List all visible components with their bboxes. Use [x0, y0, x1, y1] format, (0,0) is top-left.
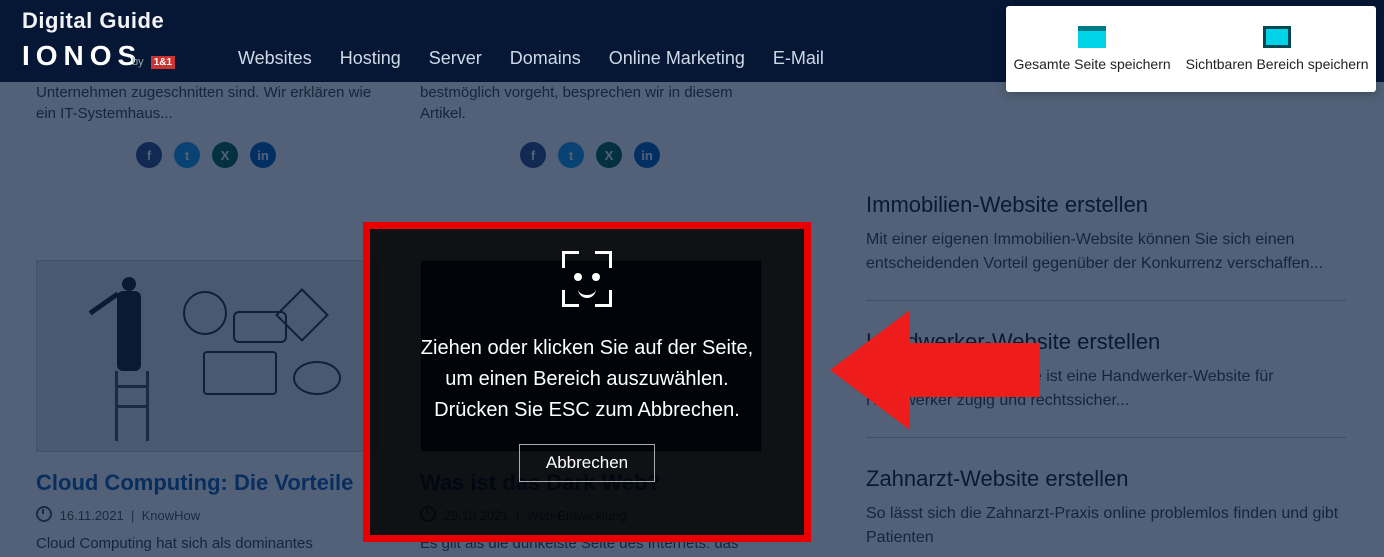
face-frame-icon: [562, 251, 612, 307]
sidebar-item-title[interactable]: Immobilien-Website erstellen: [866, 192, 1346, 218]
brand-title: Digital Guide: [22, 8, 164, 34]
byline-text: by: [132, 56, 144, 68]
article-card-cloud[interactable]: Cloud Computing: Die Vorteile 16.11.2021…: [36, 260, 376, 554]
illustration-ladder-icon: [115, 371, 149, 441]
linkedin-icon[interactable]: in: [250, 142, 276, 168]
article-meta: 16.11.2021 | KnowHow: [36, 506, 376, 523]
capture-line2: um einen Bereich auszuwählen.: [421, 364, 753, 395]
article-title-link[interactable]: Cloud Computing: Die Vorteile: [36, 470, 376, 496]
teaser-text: Unternehmen zugeschnitten sind. Wir erkl…: [36, 82, 376, 124]
facebook-icon[interactable]: f: [520, 142, 546, 168]
nav-email[interactable]: E-Mail: [773, 48, 824, 69]
facebook-icon[interactable]: f: [136, 142, 162, 168]
nav-websites[interactable]: Websites: [238, 48, 312, 69]
illustration-person-icon: [117, 291, 141, 371]
xing-icon[interactable]: X: [596, 142, 622, 168]
linkedin-icon[interactable]: in: [634, 142, 660, 168]
xing-icon[interactable]: X: [212, 142, 238, 168]
article-excerpt: Cloud Computing hat sich als dominantes: [36, 533, 376, 554]
article-teaser-1: Unternehmen zugeschnitten sind. Wir erkl…: [36, 82, 376, 168]
nav-hosting[interactable]: Hosting: [340, 48, 401, 69]
capture-instructions: Ziehen oder klicken Sie auf der Seite, u…: [421, 333, 753, 426]
divider: [866, 437, 1346, 438]
twitter-icon[interactable]: t: [174, 142, 200, 168]
social-share-row: f t X in: [36, 142, 376, 168]
save-visible-area-icon: [1263, 26, 1291, 48]
sidebar-item-text: So lässt sich die Zahnarzt-Praxis online…: [866, 502, 1346, 550]
clock-icon: [36, 506, 52, 522]
cancel-button[interactable]: Abbrechen: [519, 444, 655, 482]
article-date: 16.11.2021: [60, 508, 124, 523]
teaser-text: bestmöglich vorgeht, besprechen wir in d…: [420, 82, 760, 124]
annotation-arrow-icon: [830, 305, 1040, 435]
main-nav: Websites Hosting Server Domains Online M…: [238, 48, 824, 69]
capture-line3: Drücken Sie ESC zum Abbrechen.: [421, 395, 753, 426]
divider: [866, 300, 1346, 301]
illustration-doodles-icon: [173, 281, 363, 431]
capture-preview-icon: [392, 247, 782, 327]
sidebar-item-text: Mit einer eigenen Immobilien-Website kön…: [866, 228, 1346, 276]
capture-line1: Ziehen oder klicken Sie auf der Seite,: [421, 333, 753, 364]
social-share-row: f t X in: [420, 142, 760, 168]
article-thumbnail: [36, 260, 378, 452]
save-full-page-label: Gesamte Seite speichern: [1013, 56, 1170, 72]
screenshot-save-toolbar: Gesamte Seite speichern Sichtbaren Berei…: [1006, 6, 1376, 92]
byline-tag: 1&1: [151, 56, 175, 69]
sidebar-item-title[interactable]: Zahnarzt-Website erstellen: [866, 466, 1346, 492]
logo-byline: by 1&1: [132, 56, 175, 69]
save-full-page-icon: [1078, 26, 1106, 48]
save-visible-area-button[interactable]: Sichtbaren Bereich speichern: [1186, 26, 1369, 72]
nav-server[interactable]: Server: [429, 48, 482, 69]
twitter-icon[interactable]: t: [558, 142, 584, 168]
save-full-page-button[interactable]: Gesamte Seite speichern: [1013, 26, 1170, 72]
article-teaser-2: bestmöglich vorgeht, besprechen wir in d…: [420, 82, 760, 168]
article-category[interactable]: KnowHow: [142, 508, 201, 523]
nav-domains[interactable]: Domains: [510, 48, 581, 69]
logo-text[interactable]: IONOS: [22, 40, 142, 72]
screenshot-capture-overlay[interactable]: Ziehen oder klicken Sie auf der Seite, u…: [363, 222, 811, 542]
nav-online-marketing[interactable]: Online Marketing: [609, 48, 745, 69]
save-visible-area-label: Sichtbaren Bereich speichern: [1186, 56, 1369, 72]
